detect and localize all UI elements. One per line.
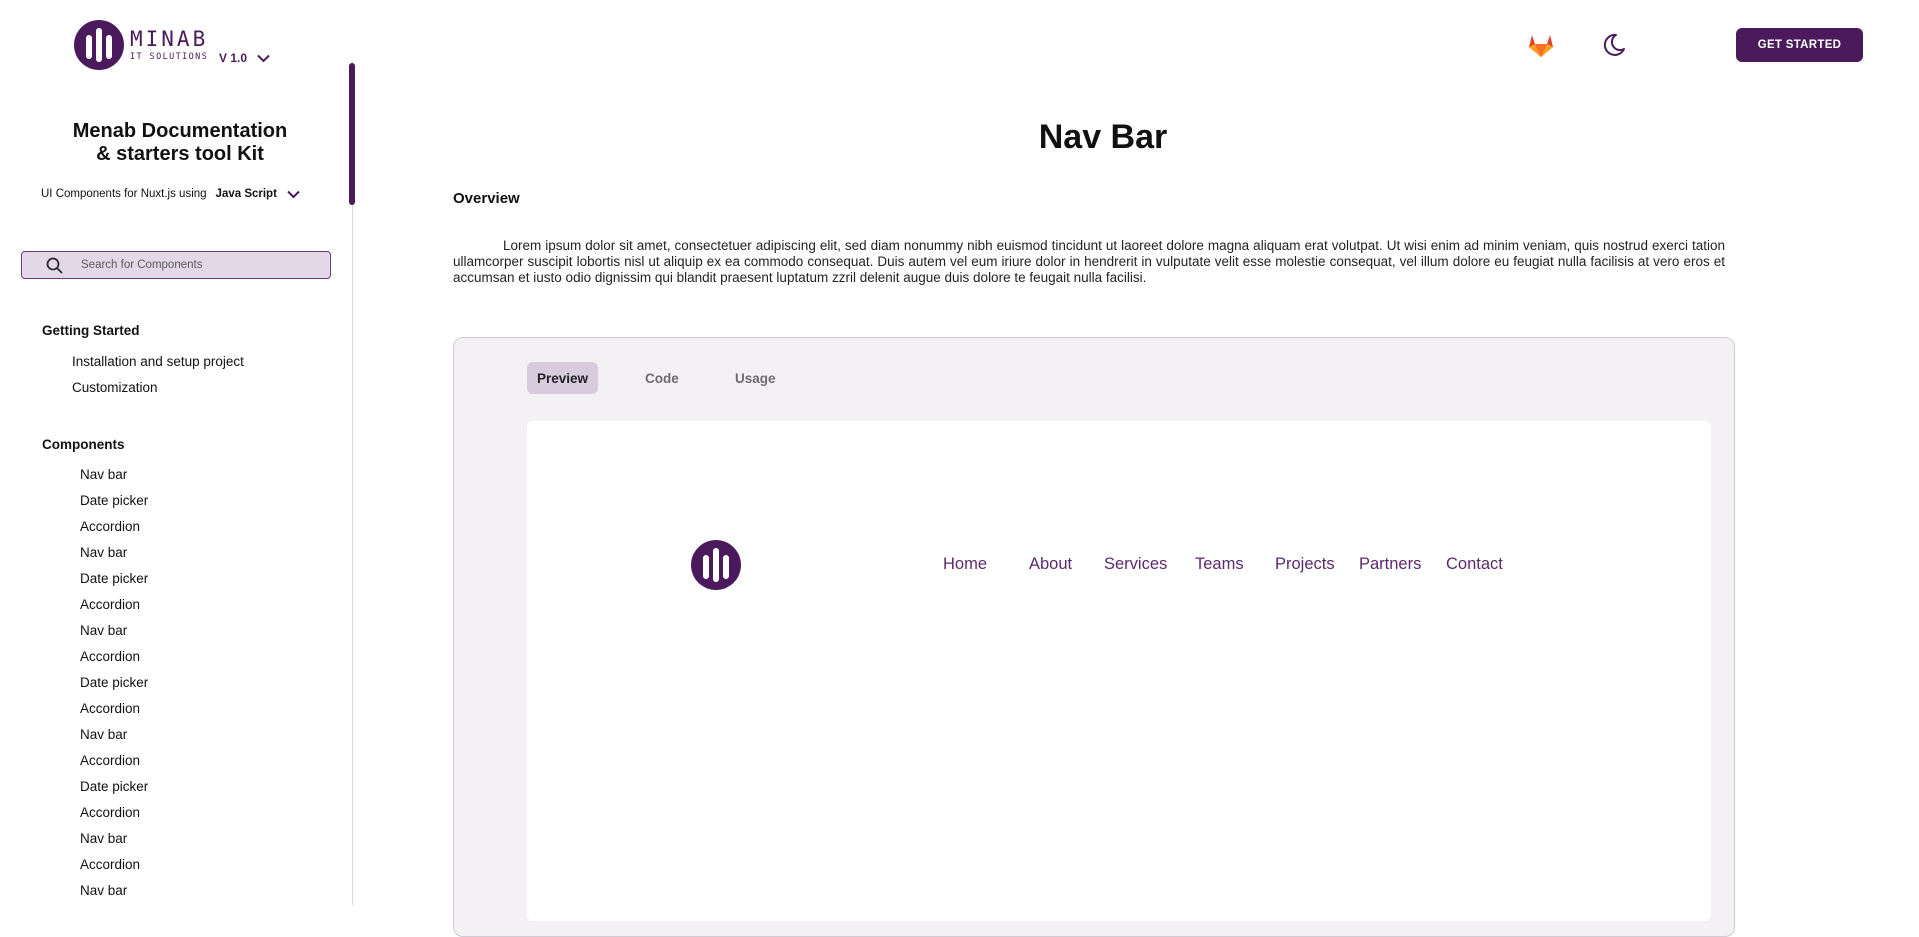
overview-heading: Overview [453, 190, 520, 207]
sidebar-item-date-picker[interactable]: Date picker [80, 571, 148, 586]
sidebar-item-nav-bar[interactable]: Nav bar [80, 623, 127, 638]
sidebar-title-line2: & starters tool Kit [96, 143, 264, 165]
search-input[interactable] [79, 258, 303, 272]
sidebar-item-accordion[interactable]: Accordion [80, 597, 140, 612]
sidebar-item-accordion[interactable]: Accordion [80, 805, 140, 820]
tab-usage[interactable]: Usage [725, 362, 786, 394]
language-value: Java Script [215, 188, 277, 200]
chevron-down-icon [257, 54, 270, 62]
language-subtitle: UI Components for Nuxt.js using [41, 188, 207, 200]
preview-nav-about[interactable]: About [1029, 555, 1072, 574]
preview-nav-services[interactable]: Services [1104, 555, 1167, 574]
sidebar-item-date-picker[interactable]: Date picker [80, 675, 148, 690]
logo-subtitle: IT SOLUTIONS [130, 51, 209, 62]
sidebar-item-accordion[interactable]: Accordion [80, 753, 140, 768]
section-components: Components [42, 437, 125, 452]
gitlab-icon[interactable] [1526, 30, 1556, 60]
sidebar-item-nav-bar[interactable]: Nav bar [80, 831, 127, 846]
sidebar-scrollbar[interactable] [349, 63, 355, 205]
preview-logo-icon[interactable] [691, 540, 741, 590]
preview-nav-projects[interactable]: Projects [1275, 555, 1335, 574]
sidebar-item-customization[interactable]: Customization [72, 380, 158, 395]
sidebar-item-nav-bar[interactable]: Nav bar [80, 467, 127, 482]
sidebar-item-nav-bar[interactable]: Nav bar [80, 727, 127, 742]
overview-paragraph: Lorem ipsum dolor sit amet, consectetuer… [453, 238, 1725, 285]
sidebar-item-nav-bar[interactable]: Nav bar [80, 545, 127, 560]
preview-canvas [527, 421, 1711, 921]
page-title: Nav Bar [1038, 118, 1168, 156]
get-started-button[interactable]: GET STARTED [1736, 28, 1863, 62]
sidebar-item-accordion[interactable]: Accordion [80, 519, 140, 534]
preview-nav-partners[interactable]: Partners [1359, 555, 1421, 574]
logo-mark-icon [74, 20, 124, 70]
sidebar-item-accordion[interactable]: Accordion [80, 649, 140, 664]
language-selector[interactable]: UI Components for Nuxt.js using Java Scr… [41, 188, 300, 200]
version-selector[interactable]: V 1.0 [219, 51, 270, 65]
tab-preview[interactable]: Preview [527, 362, 599, 394]
preview-nav-home[interactable]: Home [943, 555, 987, 574]
preview-nav-teams[interactable]: Teams [1195, 555, 1244, 574]
brand-logo[interactable]: MINAB IT SOLUTIONS [74, 20, 208, 70]
preview-nav-contact[interactable]: Contact [1446, 555, 1503, 574]
sidebar-item-date-picker[interactable]: Date picker [80, 779, 148, 794]
search-icon [46, 257, 63, 274]
section-getting-started: Getting Started [42, 323, 140, 338]
search-box[interactable] [21, 251, 331, 279]
sidebar-item-date-picker[interactable]: Date picker [80, 493, 148, 508]
sidebar-item-installation[interactable]: Installation and setup project [72, 354, 244, 369]
sidebar-item-accordion[interactable]: Accordion [80, 701, 140, 716]
sidebar-item-accordion[interactable]: Accordion [80, 857, 140, 872]
chevron-down-icon [287, 190, 300, 198]
logo-title: MINAB [130, 26, 209, 51]
sidebar-title-line1: Menab Documentation [72, 120, 288, 142]
sidebar-item-nav-bar[interactable]: Nav bar [80, 883, 127, 898]
tab-code[interactable]: Code [635, 362, 689, 394]
moon-icon[interactable] [1601, 32, 1627, 58]
version-label: V 1.0 [219, 51, 248, 65]
sidebar-title: Menab Documentation & starters tool Kit [40, 120, 320, 166]
